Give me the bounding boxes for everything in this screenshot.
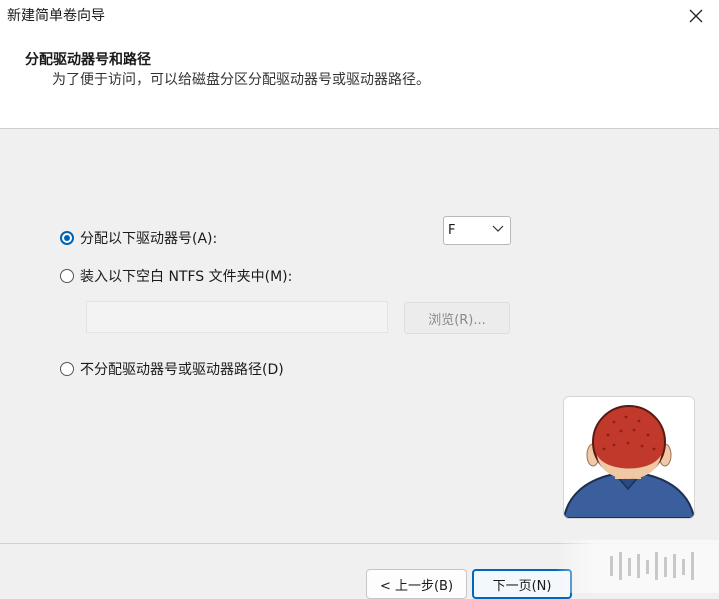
page-title: 分配驱动器号和路径 (25, 52, 151, 68)
option-label: 分配以下驱动器号(A): (80, 231, 218, 247)
option-mount-folder[interactable]: 装入以下空白 NTFS 文件夹中(M): (60, 266, 292, 286)
close-icon (689, 9, 703, 23)
option-label: 不分配驱动器号或驱动器路径(D) (80, 362, 284, 378)
drive-letter-value: F (448, 223, 456, 238)
user-avatar (563, 396, 695, 519)
option-label: 装入以下空白 NTFS 文件夹中(M): (80, 269, 293, 285)
back-button[interactable]: < 上一步(B) (366, 569, 467, 599)
user-avatar-icon (564, 405, 694, 518)
folder-path-input[interactable] (86, 301, 388, 333)
watermark-overlay (555, 540, 719, 593)
option-no-letter[interactable]: 不分配驱动器号或驱动器路径(D) (60, 359, 284, 379)
option-assign-letter[interactable]: 分配以下驱动器号(A): (60, 228, 217, 248)
window-title: 新建简单卷向导 (7, 8, 105, 24)
radio-assign-letter[interactable] (60, 231, 74, 245)
drive-letter-select[interactable]: F (443, 216, 511, 245)
title-bar: 新建简单卷向导 (0, 0, 719, 32)
browse-button[interactable]: 浏览(R)... (404, 302, 510, 334)
page-subtitle: 为了便于访问，可以给磁盘分区分配驱动器号或驱动器路径。 (52, 72, 430, 88)
radio-mount-folder[interactable] (60, 269, 74, 283)
wizard-header: 分配驱动器号和路径 为了便于访问，可以给磁盘分区分配驱动器号或驱动器路径。 (0, 32, 719, 129)
chevron-down-icon (492, 225, 504, 232)
watermark-icon (610, 552, 694, 580)
close-button[interactable] (673, 0, 719, 32)
radio-no-letter[interactable] (60, 362, 74, 376)
